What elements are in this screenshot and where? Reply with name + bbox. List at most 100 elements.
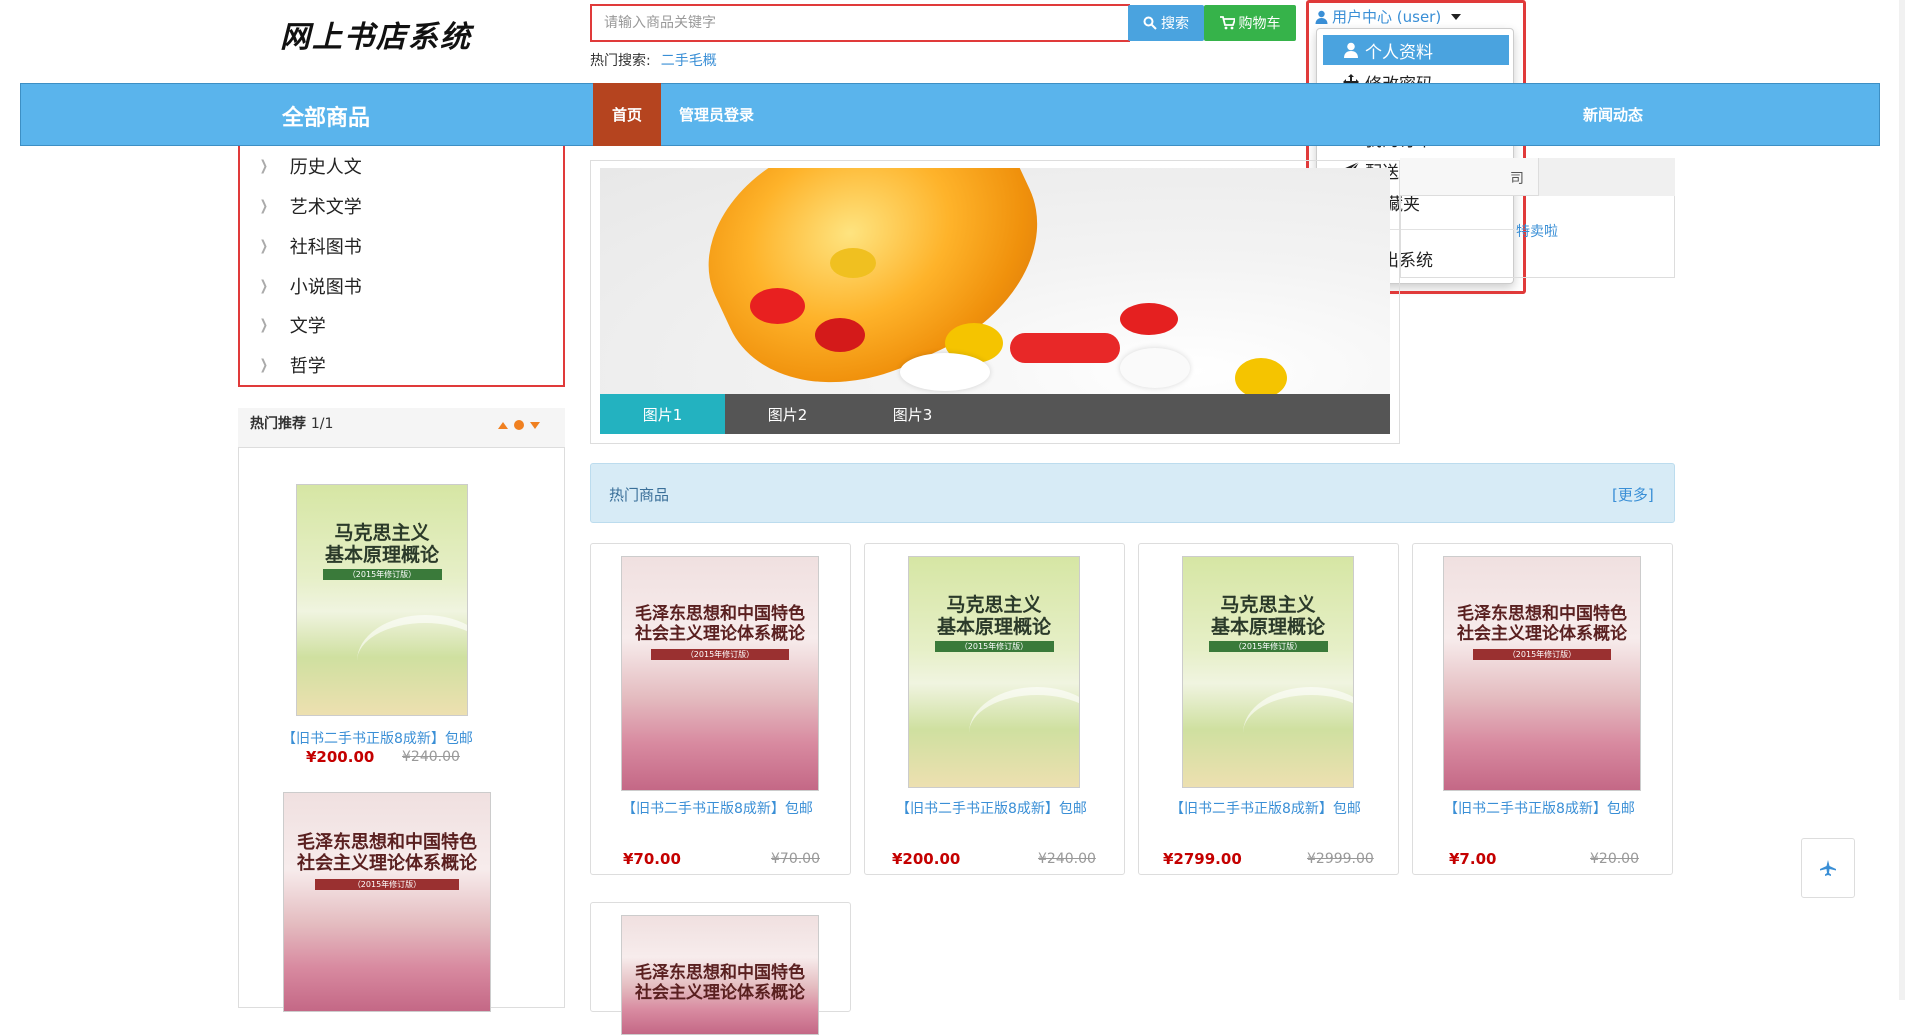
product-old-price: ¥20.00 — [1590, 851, 1639, 867]
chevron-down-icon — [1451, 13, 1462, 20]
plane-icon — [1820, 860, 1836, 876]
book-cover-image[interactable]: 毛泽东思想和中国特色 社会主义理论体系概论 — [621, 915, 819, 1035]
more-link[interactable]: [更多] — [1612, 484, 1654, 505]
cover-decoration — [968, 687, 1079, 779]
hot-products-header — [590, 463, 1675, 523]
category-label: 小说图书 — [289, 277, 362, 298]
book-cover-image[interactable]: 马克思主义 基本原理概论 （2015年修订版） — [296, 484, 468, 716]
search-button-label: 搜索 — [1161, 16, 1189, 32]
product-old-price: ¥2999.00 — [1307, 851, 1374, 867]
search-button[interactable]: 搜索 — [1128, 5, 1204, 41]
book-cover-image[interactable]: 马克思主义 基本原理概论 （2015年修订版） — [1182, 556, 1354, 788]
dot-icon[interactable] — [514, 420, 524, 430]
chevron-right-icon: ❯ — [259, 357, 268, 373]
carousel-controls — [498, 420, 540, 430]
pill-graphic — [1235, 358, 1287, 394]
book-cover-title: 马克思主义 基本原理概论 — [936, 594, 1051, 638]
chevron-right-icon: ❯ — [259, 278, 268, 294]
pill-graphic — [1010, 333, 1120, 363]
product-price: ¥200.00 — [306, 748, 375, 766]
user-center-label: 用户中心 (user) — [1332, 8, 1442, 26]
category-item[interactable]: ❯ 小说图书 — [258, 273, 362, 299]
user-icon — [1315, 10, 1328, 24]
product-old-price: ¥70.00 — [771, 851, 820, 867]
product-link[interactable]: 【旧书二手书正版8成新】包邮 — [1444, 798, 1635, 818]
cart-icon — [1219, 16, 1235, 30]
chevron-right-icon: ❯ — [259, 198, 268, 214]
book-cover-band: （2015年修订版） — [322, 569, 442, 580]
book-cover-title: 毛泽东思想和中国特色 社会主义理论体系概论 — [297, 832, 477, 874]
category-label: 哲学 — [289, 356, 326, 377]
cover-decoration — [356, 615, 467, 707]
search-box — [590, 4, 1130, 42]
chevron-right-icon: ❯ — [259, 158, 268, 174]
news-tab[interactable] — [1538, 158, 1675, 196]
search-input[interactable] — [592, 6, 1128, 40]
product-price: ¥70.00 — [623, 850, 681, 868]
product-link[interactable]: 【旧书二手书正版8成新】包邮 — [622, 798, 813, 818]
category-label: 艺术文学 — [289, 197, 362, 218]
banner-tab-3[interactable]: 图片3 — [850, 394, 975, 434]
back-to-top-button[interactable] — [1801, 838, 1855, 898]
book-cover-image[interactable]: 毛泽东思想和中国特色 社会主义理论体系概论 （2015年修订版） — [1443, 556, 1641, 791]
pill-graphic — [1120, 348, 1190, 388]
site-logo: 网上书店系统 — [280, 20, 472, 55]
banner-tab-1[interactable]: 图片1 — [600, 394, 725, 434]
banner-image[interactable] — [600, 168, 1390, 394]
nav-news[interactable]: 新闻动态 — [1583, 104, 1643, 125]
hot-search-label: 热门搜索: — [590, 53, 651, 69]
search-icon — [1143, 16, 1157, 30]
category-item[interactable]: ❯ 哲学 — [258, 352, 326, 378]
pill-graphic — [1120, 303, 1178, 335]
book-cover-title: 毛泽东思想和中国特色 社会主义理论体系概论 — [635, 963, 805, 1003]
product-price: ¥7.00 — [1449, 850, 1497, 868]
hot-recommend-title: 热门推荐 1/1 — [250, 416, 334, 432]
hot-products-title: 热门商品 — [609, 486, 670, 504]
hot-search-link[interactable]: 二手毛概 — [661, 53, 717, 69]
next-arrow-icon[interactable] — [530, 421, 540, 429]
book-cover-band: （2015年修订版） — [1473, 649, 1611, 660]
category-item[interactable]: ❯ 历史人文 — [258, 153, 362, 179]
user-center-toggle[interactable]: 用户中心 (user) — [1315, 6, 1462, 27]
nav-all-goods[interactable]: 全部商品 — [282, 100, 370, 132]
book-cover-image[interactable]: 毛泽东思想和中国特色 社会主义理论体系概论 （2015年修订版） — [621, 556, 819, 791]
category-item[interactable]: ❯ 文学 — [258, 312, 326, 338]
scrollbar[interactable] — [1899, 0, 1905, 1000]
product-card: 马克思主义 基本原理概论 （2015年修订版） 【旧书二手书正版8成新】包邮 ¥… — [1138, 543, 1399, 875]
nav-admin-login[interactable]: 管理员登录 — [679, 104, 754, 125]
product-link[interactable]: 【旧书二手书正版8成新】包邮 — [282, 728, 473, 748]
news-tab-label[interactable]: 司 — [1510, 168, 1524, 188]
pill-graphic — [815, 318, 865, 352]
product-old-price: ¥240.00 — [1038, 851, 1096, 867]
nav-home[interactable]: 首页 — [593, 83, 661, 146]
hot-search: 热门搜索: 二手毛概 — [590, 50, 717, 70]
book-cover-title: 毛泽东思想和中国特色 社会主义理论体系概论 — [635, 604, 805, 644]
product-link[interactable]: 【旧书二手书正版8成新】包邮 — [896, 798, 1087, 818]
prev-arrow-icon[interactable] — [498, 421, 508, 429]
book-cover-band: （2015年修订版） — [934, 641, 1054, 652]
cart-button-label: 购物车 — [1238, 16, 1281, 32]
banner-tabs: 图片1 图片2 图片3 — [600, 394, 1390, 434]
book-cover-band: （2015年修订版） — [651, 649, 789, 660]
cart-button[interactable]: 购物车 — [1204, 5, 1296, 41]
book-cover-image[interactable]: 马克思主义 基本原理概论 （2015年修订版） — [908, 556, 1080, 788]
chevron-right-icon: ❯ — [259, 317, 268, 333]
book-cover-title: 马克思主义 基本原理概论 — [1210, 594, 1325, 638]
product-card: 毛泽东思想和中国特色 社会主义理论体系概论 （2015年修订版） 【旧书二手书正… — [590, 543, 851, 875]
pill-graphic — [900, 353, 990, 391]
category-label: 社科图书 — [289, 237, 362, 258]
book-cover-title: 毛泽东思想和中国特色 社会主义理论体系概论 — [1457, 604, 1627, 644]
news-item-link[interactable]: 特卖啦 — [1516, 221, 1558, 241]
book-cover-band: （2015年修订版） — [1208, 641, 1328, 652]
category-item[interactable]: ❯ 社科图书 — [258, 233, 362, 259]
category-item[interactable]: ❯ 艺术文学 — [258, 193, 362, 219]
pill-graphic — [750, 288, 805, 324]
product-link[interactable]: 【旧书二手书正版8成新】包邮 — [1170, 798, 1361, 818]
banner-tab-2[interactable]: 图片2 — [725, 394, 850, 434]
book-cover-image[interactable]: 毛泽东思想和中国特色 社会主义理论体系概论 （2015年修订版） — [283, 792, 491, 1012]
menu-item-profile[interactable]: 个人资料 — [1323, 35, 1509, 65]
cover-decoration — [1242, 687, 1353, 779]
book-cover-band: （2015年修订版） — [314, 879, 460, 890]
product-card: 马克思主义 基本原理概论 （2015年修订版） 【旧书二手书正版8成新】包邮 ¥… — [864, 543, 1125, 875]
product-card: 毛泽东思想和中国特色 社会主义理论体系概论 （2015年修订版） 【旧书二手书正… — [1412, 543, 1673, 875]
